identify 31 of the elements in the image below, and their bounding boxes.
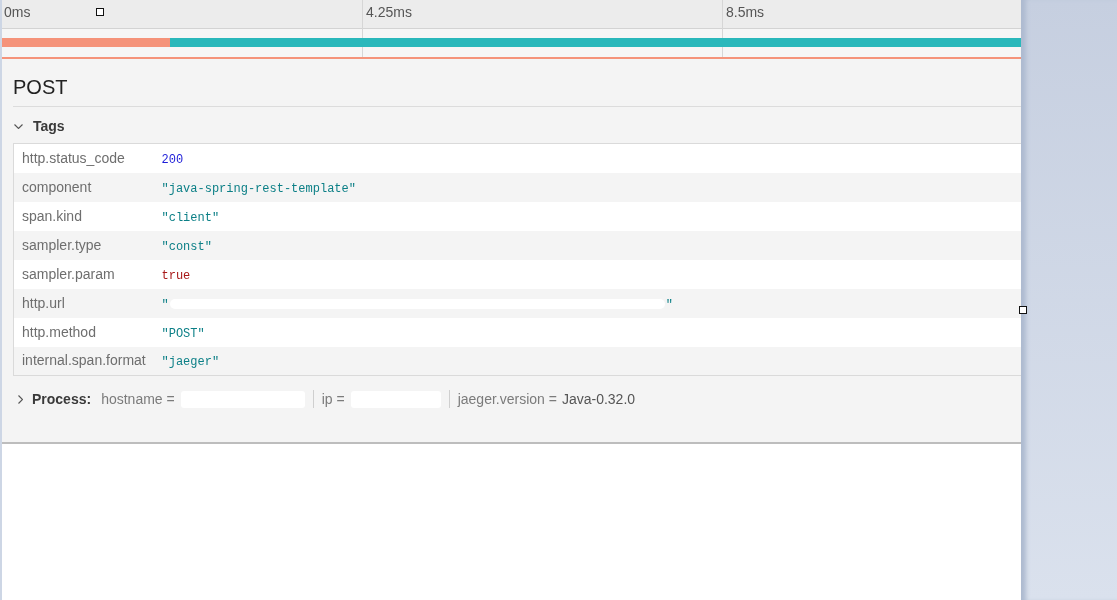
tag-value: ": [161, 297, 169, 312]
tag-key: component: [22, 178, 92, 195]
tag-value: true: [161, 268, 191, 283]
process-key: ip =: [321, 388, 345, 410]
tick-label: 4.25ms: [366, 3, 412, 21]
tag-value: "POST": [161, 326, 205, 341]
chevron-right-icon: [18, 394, 23, 404]
tick-label: 0ms: [4, 3, 31, 21]
process-key: hostname =: [101, 388, 175, 410]
tag-value: "java-spring-rest-template": [161, 181, 356, 196]
tag-key: http.status_code: [22, 149, 125, 166]
chevron-down-icon: [14, 123, 23, 129]
tag-value: "client": [161, 210, 220, 225]
span-title: POST: [13, 59, 1021, 107]
tag-key: sampler.type: [22, 236, 102, 253]
process-toggle[interactable]: Process:: [13, 390, 92, 408]
process-key: jaeger.version =: [457, 388, 557, 410]
process-value: Java-0.32.0: [561, 389, 636, 409]
tag-key: http.url: [22, 294, 65, 311]
tag-key: span.kind: [22, 207, 82, 224]
tag-value: ": [665, 297, 673, 312]
tag-key: sampler.param: [22, 265, 115, 282]
selection-handle-icon[interactable]: [96, 8, 104, 16]
tick-label: 8.5ms: [726, 3, 765, 21]
tag-value: "jaeger": [161, 355, 220, 370]
tag-value: "const": [161, 239, 212, 254]
tags-toggle[interactable]: Tags: [13, 117, 65, 135]
selection-handle-icon[interactable]: [1019, 306, 1027, 314]
tag-value: 200: [161, 152, 184, 167]
tag-key: internal.span.format: [22, 352, 146, 369]
tag-key: http.method: [22, 323, 96, 340]
